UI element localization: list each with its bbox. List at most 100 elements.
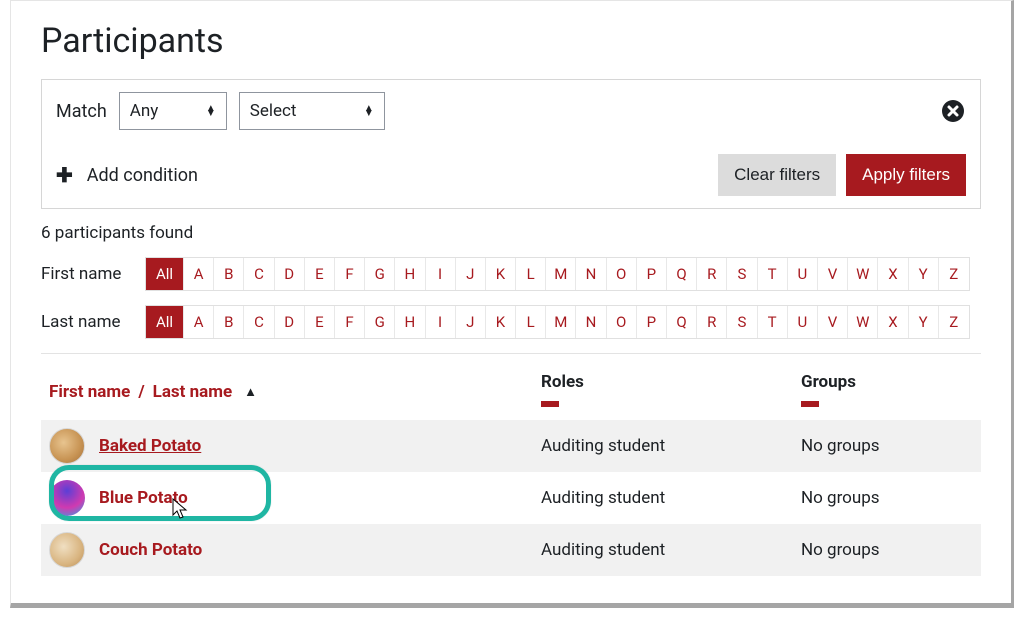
match-any-select[interactable]: Any ▲▼ <box>119 92 227 130</box>
alpha-filter-letter[interactable]: M <box>546 258 576 290</box>
groups-label: Groups <box>801 372 981 392</box>
alpha-filter-letter[interactable]: J <box>456 258 486 290</box>
alpha-filter-letter[interactable]: K <box>486 258 516 290</box>
lastname-label: Last name <box>41 312 135 332</box>
alpha-filter-letter[interactable]: I <box>426 258 456 290</box>
select-caret-icon: ▲▼ <box>206 106 216 116</box>
alpha-filter-letter[interactable]: U <box>788 306 818 338</box>
alpha-filter-letter[interactable]: S <box>727 258 757 290</box>
alpha-filter-letter[interactable]: U <box>788 258 818 290</box>
add-condition-button[interactable]: ✚ Add condition <box>56 163 198 187</box>
col-header-groups: Groups <box>801 372 981 412</box>
alpha-filter-letter[interactable]: J <box>456 306 486 338</box>
alpha-filter-letter[interactable]: T <box>758 258 788 290</box>
alpha-filter-letter[interactable]: R <box>697 258 727 290</box>
participant-name-link[interactable]: Blue Potato <box>99 488 188 508</box>
alpha-filter-letter[interactable]: F <box>335 258 365 290</box>
cell-group: No groups <box>801 436 981 456</box>
cell-name: Couch Potato <box>41 532 541 568</box>
alpha-filter-letter[interactable]: A <box>184 258 214 290</box>
col-header-name: First name / Last name ▲ <box>41 372 541 412</box>
alpha-filter-letter[interactable]: L <box>516 258 546 290</box>
avatar[interactable] <box>49 428 85 464</box>
alpha-filter-letter[interactable]: M <box>546 306 576 338</box>
alpha-filter-letter[interactable]: K <box>486 306 516 338</box>
alpha-filter-letter[interactable]: I <box>426 306 456 338</box>
table-header: First name / Last name ▲ Roles Groups <box>41 366 981 420</box>
alpha-filter-letter[interactable]: A <box>184 306 214 338</box>
roles-label: Roles <box>541 372 801 392</box>
alpha-filter-letter[interactable]: H <box>395 258 425 290</box>
alpha-filter-letter[interactable]: V <box>818 258 848 290</box>
alpha-filter-letter[interactable]: Q <box>667 306 697 338</box>
cell-name: Blue Potato <box>41 480 541 516</box>
alpha-filter-letter[interactable]: V <box>818 306 848 338</box>
lastname-alpha-strip: AllABCDEFGHIJKLMNOPQRSTUVWXYZ <box>145 305 970 339</box>
alpha-filter-letter[interactable]: R <box>697 306 727 338</box>
alpha-filter-letter[interactable]: N <box>576 258 606 290</box>
alpha-filter-letter[interactable]: Y <box>909 306 939 338</box>
alpha-filter-letter[interactable]: C <box>244 258 274 290</box>
alpha-filter-letter[interactable]: G <box>365 306 395 338</box>
alpha-filter-letter[interactable]: N <box>576 306 606 338</box>
participants-count: 6 participants found <box>41 223 981 243</box>
alpha-filter-letter[interactable]: D <box>275 306 305 338</box>
alpha-filter-letter[interactable]: F <box>335 306 365 338</box>
alpha-filter-letter[interactable]: Z <box>939 306 969 338</box>
divider <box>41 353 981 354</box>
clear-filters-button[interactable]: Clear filters <box>718 154 836 196</box>
alpha-filter-letter[interactable]: E <box>305 306 335 338</box>
filter-field-value: Select <box>250 101 297 121</box>
name-slash: / <box>138 382 144 402</box>
match-label: Match <box>56 101 107 122</box>
apply-filters-button[interactable]: Apply filters <box>846 154 966 196</box>
sort-lastname-link[interactable]: Last name <box>153 382 233 402</box>
alpha-filter-letter[interactable]: W <box>848 306 878 338</box>
collapse-groups-icon[interactable] <box>801 401 819 407</box>
participants-page: Participants Match Any ▲▼ Select ▲▼ <box>10 0 1014 608</box>
filter-actions: ✚ Add condition Clear filters Apply filt… <box>56 154 966 196</box>
alpha-filter-letter[interactable]: T <box>758 306 788 338</box>
alpha-filter-letter[interactable]: L <box>516 306 546 338</box>
alpha-filter-letter[interactable]: H <box>395 306 425 338</box>
alpha-filter-letter[interactable]: B <box>214 306 244 338</box>
alpha-filter-letter[interactable]: D <box>275 258 305 290</box>
filter-field-select[interactable]: Select ▲▼ <box>239 92 385 130</box>
match-any-value: Any <box>130 101 159 121</box>
table-row: Baked PotatoAuditing studentNo groups <box>41 420 981 472</box>
plus-icon: ✚ <box>56 163 73 187</box>
alpha-filter-letter[interactable]: Y <box>909 258 939 290</box>
cell-group: No groups <box>801 488 981 508</box>
table-row: Blue Potato Auditing studentNo groups <box>41 472 981 524</box>
participant-name-link[interactable]: Couch Potato <box>99 540 202 560</box>
firstname-alpha-strip: AllABCDEFGHIJKLMNOPQRSTUVWXYZ <box>145 257 970 291</box>
participant-name-link[interactable]: Baked Potato <box>99 436 201 456</box>
alpha-filter-letter[interactable]: P <box>637 258 667 290</box>
avatar[interactable] <box>49 532 85 568</box>
sort-asc-icon: ▲ <box>244 384 257 400</box>
alpha-filter-letter[interactable]: O <box>607 306 637 338</box>
remove-filter-button[interactable] <box>940 98 966 124</box>
sort-firstname-link[interactable]: First name <box>49 382 130 402</box>
alpha-filter-letter[interactable]: B <box>214 258 244 290</box>
alpha-filter-all[interactable]: All <box>146 258 184 290</box>
alpha-filter-letter[interactable]: P <box>637 306 667 338</box>
cell-role: Auditing student <box>541 488 801 508</box>
alpha-filter-letter[interactable]: O <box>607 258 637 290</box>
select-caret-icon: ▲▼ <box>364 106 374 116</box>
alpha-filter-letter[interactable]: E <box>305 258 335 290</box>
alpha-filter-all[interactable]: All <box>146 306 184 338</box>
alpha-filter-letter[interactable]: W <box>848 258 878 290</box>
alpha-filter-letter[interactable]: Z <box>939 258 969 290</box>
alpha-filter-letter[interactable]: Q <box>667 258 697 290</box>
cell-name: Baked Potato <box>41 428 541 464</box>
alpha-filter-letter[interactable]: X <box>878 306 908 338</box>
collapse-roles-icon[interactable] <box>541 401 559 407</box>
avatar[interactable] <box>49 480 85 516</box>
alpha-filter-letter[interactable]: C <box>244 306 274 338</box>
filter-row: Match Any ▲▼ Select ▲▼ <box>56 92 966 130</box>
participant-rows: Baked PotatoAuditing studentNo groupsBlu… <box>41 420 981 576</box>
alpha-filter-letter[interactable]: S <box>727 306 757 338</box>
alpha-filter-letter[interactable]: G <box>365 258 395 290</box>
alpha-filter-letter[interactable]: X <box>878 258 908 290</box>
